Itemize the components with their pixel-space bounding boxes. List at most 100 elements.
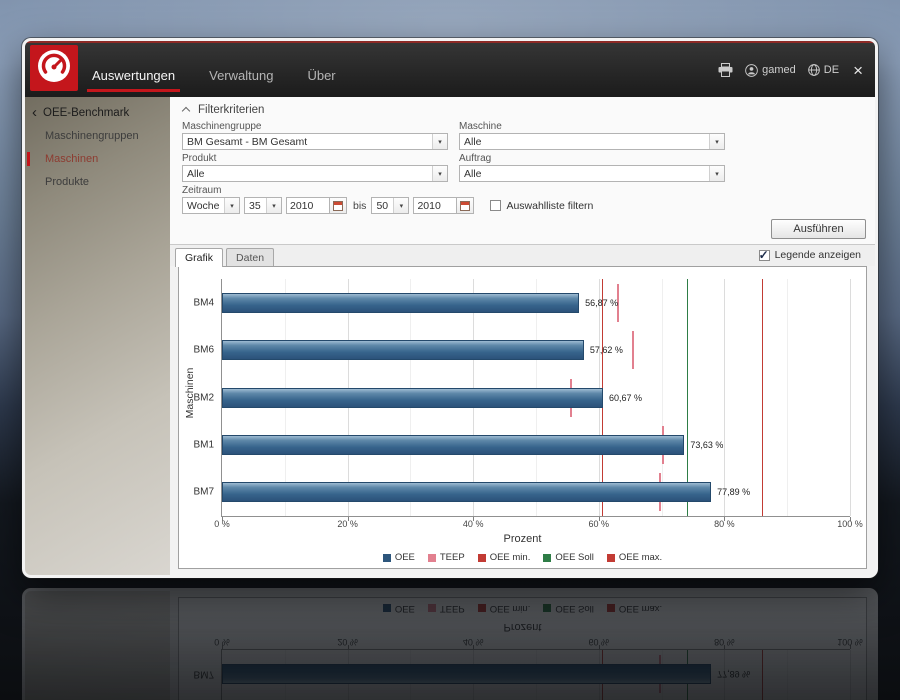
chevron-up-icon: [181, 106, 191, 115]
user-icon: [745, 63, 758, 77]
bar-chart-plot: 0 % 20 % 40 % 60 % 80 % 100 % BM4 56,87 % BM6 57,…: [193, 279, 863, 529]
category-label-bm6: BM6: [193, 344, 214, 356]
maschine-select[interactable]: Alle ▾: [459, 133, 725, 150]
printer-icon: [718, 63, 733, 77]
bar-value-label: 60,67 %: [609, 392, 643, 403]
x-axis-title: Prozent: [503, 533, 542, 545]
run-row: Ausführen: [170, 216, 875, 244]
sidebar-back[interactable]: ‹ OEE-Benchmark: [25, 101, 170, 125]
chevron-down-icon: ▾: [709, 134, 724, 149]
from-year-input[interactable]: [286, 197, 330, 214]
chevron-down-icon: ▾: [266, 198, 281, 213]
x-tick-label: 100 %: [837, 519, 863, 529]
to-week-value: 50: [376, 199, 389, 212]
header-tabs: Auswertungen Verwaltung Über: [87, 68, 365, 92]
field-produkt: Produkt Alle ▾: [182, 153, 448, 182]
titlebar: Auswertungen Verwaltung Über gamed DE ×: [25, 43, 875, 97]
to-date-calendar-button[interactable]: [457, 197, 475, 214]
refline-oee-soll: [686, 279, 688, 516]
chevron-down-icon: ▾: [432, 134, 447, 149]
field-maschinengruppe: Maschinengruppe BM Gesamt - BM Gesamt ▾: [182, 121, 448, 150]
legend-swatch: [477, 553, 486, 562]
language-selector[interactable]: DE: [807, 64, 840, 76]
bis-label: bis: [353, 199, 367, 212]
auftrag-value: Alle: [464, 167, 482, 180]
auswahlliste-filtern-label: Auswahlliste filtern: [506, 199, 594, 212]
print-button[interactable]: [718, 63, 733, 77]
oee-bar-bm7: [222, 482, 712, 503]
chevron-down-icon: ▾: [393, 198, 409, 213]
bar-value-label: 56,87 %: [585, 297, 619, 308]
maschine-value: Alle: [464, 135, 482, 148]
maschinengruppe-select[interactable]: BM Gesamt - BM Gesamt ▾: [182, 133, 448, 150]
x-tick-label: 40 %: [462, 519, 484, 529]
main-content: Filterkriterien Maschinengruppe BM Gesam…: [170, 97, 875, 575]
tab-ueber[interactable]: Über: [302, 68, 340, 92]
legend-swatch: [543, 553, 552, 562]
legend-swatch: [382, 553, 391, 562]
gridline: [787, 279, 789, 516]
legend-item-oee-max-: OEE max.: [606, 552, 662, 563]
bar-value-label: 57,62 %: [589, 345, 623, 356]
view-tabstrip: Grafik Daten Legende anzeigen: [170, 245, 875, 267]
sidebar-item-maschinengruppen[interactable]: Maschinengruppen: [25, 125, 170, 148]
tab-verwaltung[interactable]: Verwaltung: [204, 68, 278, 92]
chevron-down-icon: ▾: [432, 166, 447, 181]
globe-icon: [807, 64, 820, 76]
from-week-select[interactable]: 35 ▾: [244, 197, 282, 214]
auswahlliste-filtern: Auswahlliste filtern: [490, 200, 593, 212]
gridline: [850, 279, 851, 516]
filter-section: Filterkriterien Maschinengruppe BM Gesam…: [170, 97, 875, 216]
body-row: ‹ OEE-Benchmark Maschinengruppen Maschin…: [25, 97, 875, 575]
x-tick-label: 60 %: [588, 519, 610, 529]
oee-bar-bm6: [222, 340, 584, 361]
chart-panel: Maschinen 0 % 20 % 40 % 60 % 80 % 100 % BM4 56,…: [178, 266, 867, 569]
app-window: Auswertungen Verwaltung Über gamed DE × …: [22, 38, 878, 578]
legend-swatch: [606, 553, 615, 562]
auftrag-label: Auftrag: [459, 153, 492, 164]
language-code: DE: [823, 64, 840, 76]
gridline: [661, 279, 663, 516]
chevron-down-icon: ▾: [709, 166, 724, 181]
sidebar-item-produkte[interactable]: Produkte: [25, 171, 170, 194]
filter-collapse-header[interactable]: Filterkriterien: [181, 101, 865, 118]
chevron-left-icon: ‹: [32, 104, 37, 121]
field-maschine: Maschine Alle ▾: [459, 121, 725, 150]
teep-marker-bm6: [632, 331, 635, 370]
app-logo: [30, 45, 78, 91]
user-menu[interactable]: gamed: [745, 63, 796, 77]
ausfuehren-button[interactable]: Ausführen: [771, 219, 866, 239]
category-label-bm2: BM2: [193, 392, 214, 403]
to-year-input[interactable]: [413, 197, 458, 214]
oee-bar-bm1: [222, 434, 685, 455]
produkt-select[interactable]: Alle ▾: [182, 165, 448, 182]
category-label-bm4: BM4: [193, 297, 214, 309]
calendar-icon: [460, 200, 471, 211]
tab-daten[interactable]: Daten: [226, 248, 275, 266]
oee-bar-bm2: [222, 387, 603, 408]
from-date-calendar-button[interactable]: [330, 197, 347, 214]
bar-value-label: 73,63 %: [690, 439, 724, 450]
tab-grafik[interactable]: Grafik: [175, 248, 224, 267]
period-type-select[interactable]: Woche ▾: [182, 197, 240, 214]
legende-anzeigen-checkbox[interactable]: [758, 248, 770, 262]
legend-item-oee-min-: OEE min.: [477, 552, 530, 563]
tab-auswertungen[interactable]: Auswertungen: [87, 68, 181, 92]
close-icon[interactable]: ×: [853, 62, 863, 79]
sidebar-item-maschinen[interactable]: Maschinen: [25, 148, 170, 171]
auftrag-select[interactable]: Alle ▾: [459, 165, 725, 182]
maschinengruppe-value: BM Gesamt - BM Gesamt: [187, 135, 308, 148]
produkt-label: Produkt: [182, 153, 217, 164]
legend-item-oee-soll: OEE Soll: [543, 552, 594, 563]
filter-title: Filterkriterien: [198, 103, 265, 116]
maschinengruppe-label: Maschinengruppe: [182, 121, 262, 132]
zeitraum-label: Zeitraum: [182, 185, 222, 196]
header-actions: gamed DE ×: [718, 43, 863, 97]
legend-item-teep: TEEP: [427, 552, 465, 563]
user-name: gamed: [762, 64, 796, 76]
field-zeitraum: Zeitraum Woche ▾ 35 ▾ 2010 bis 50 ▾ 2010…: [182, 185, 865, 216]
auswahlliste-filtern-checkbox[interactable]: [490, 200, 502, 211]
oee-bar-bm4: [222, 292, 580, 313]
legend-item-oee: OEE: [382, 552, 415, 563]
to-week-select[interactable]: 50 ▾: [371, 197, 410, 214]
